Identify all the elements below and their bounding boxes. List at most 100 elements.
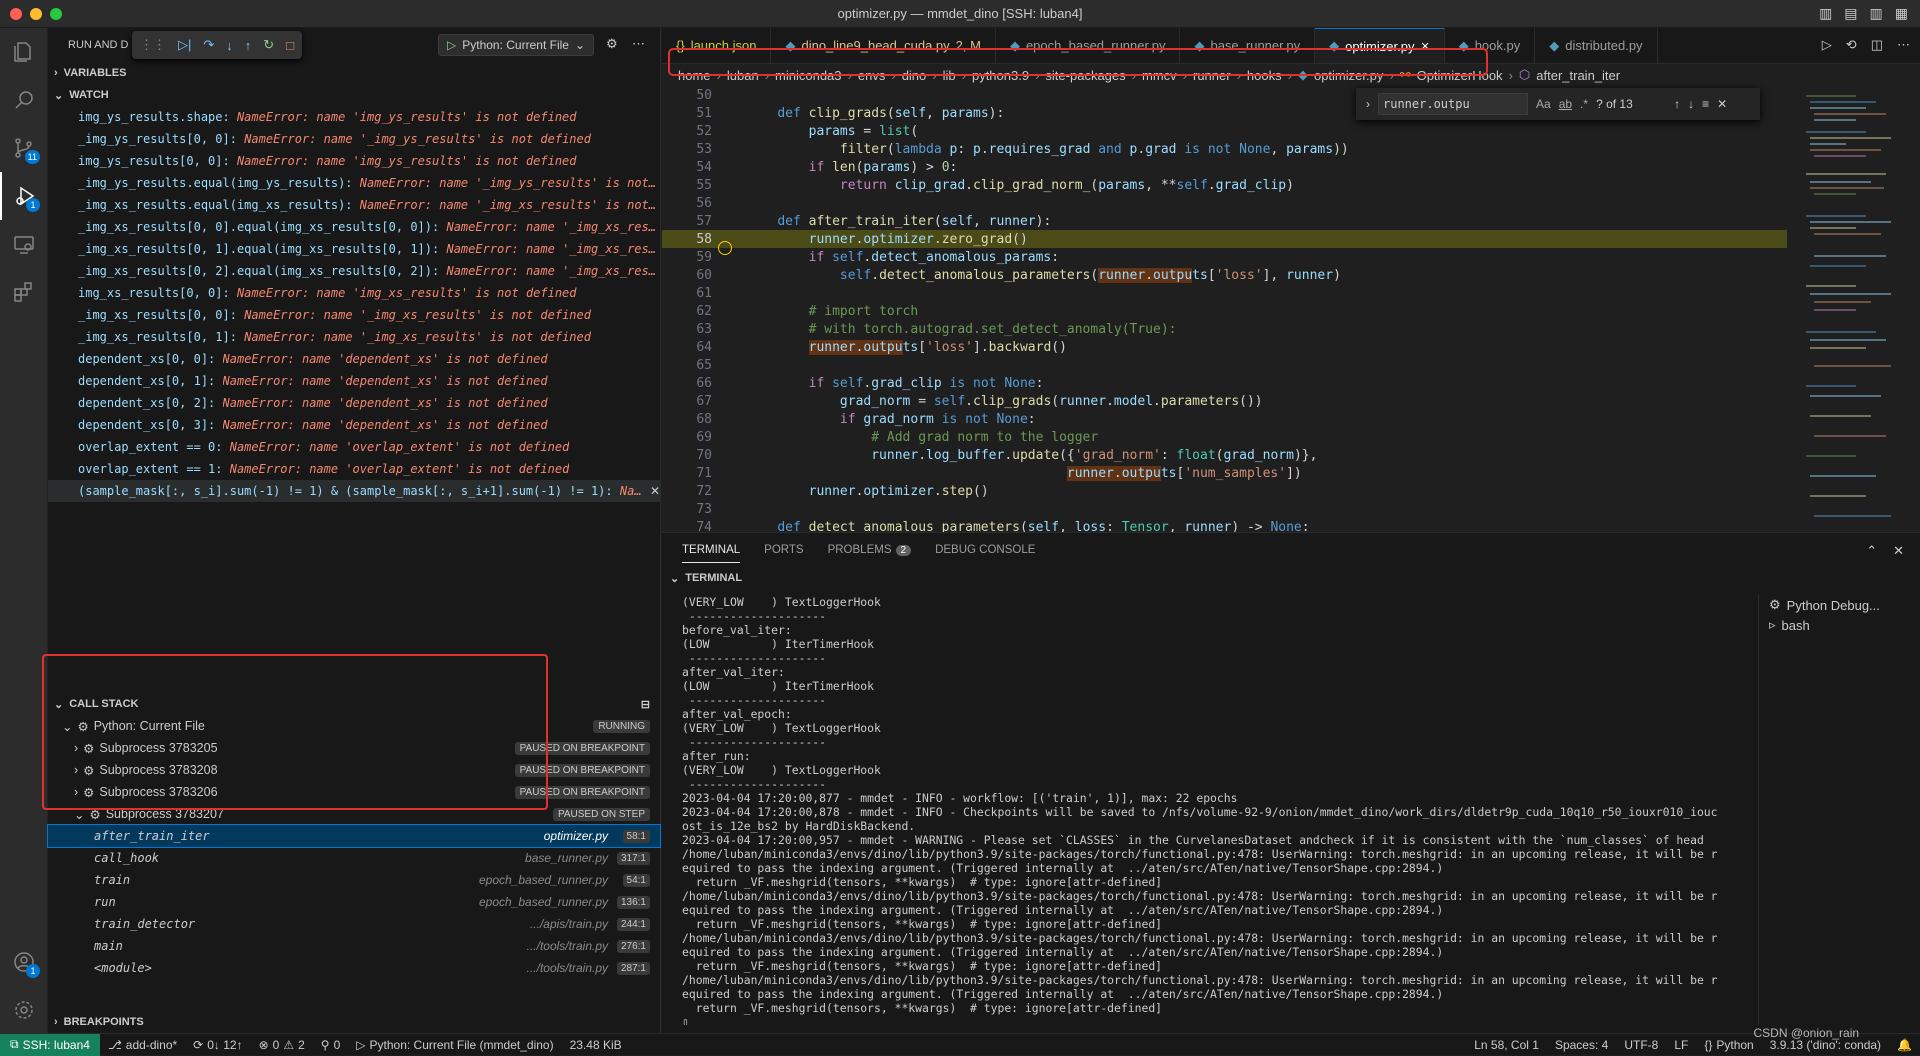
breadcrumb-item[interactable]: after_train_iter — [1536, 68, 1620, 83]
toggle-panel-icon[interactable]: ▤ — [1844, 5, 1857, 22]
timeline-icon[interactable]: ⟲ — [1846, 37, 1857, 53]
ports-indicator[interactable]: ⚲ 0 — [313, 1038, 348, 1052]
breadcrumb-item[interactable]: lib — [943, 68, 956, 83]
watch-expression[interactable]: dependent_xs[0, 0]: NameError: name 'dep… — [48, 348, 660, 370]
more-actions-icon[interactable]: ⋯ — [1897, 37, 1910, 53]
watch-expression[interactable]: _img_ys_results.equal(img_ys_results): N… — [48, 172, 660, 194]
breadcrumb-item[interactable]: mmcv — [1142, 68, 1177, 83]
maximize-window-button[interactable] — [50, 8, 62, 20]
watch-expression[interactable]: _img_ys_results[0, 0]: NameError: name '… — [48, 128, 660, 150]
run-debug-icon[interactable]: 1 — [0, 172, 48, 220]
watch-expression[interactable]: overlap_extent == 1: NameError: name 'ov… — [48, 458, 660, 480]
notifications-icon[interactable]: 🔔 — [1889, 1038, 1920, 1052]
watch-expression[interactable]: _img_xs_results[0, 2].equal(img_xs_resul… — [48, 260, 660, 282]
code-view[interactable]: 50 51 def clip_grads(self, params): 52 p… — [662, 86, 1787, 532]
subprocess-item[interactable]: › ⚙ Subprocess 3783205 PAUSED ON BREAKPOINT — [48, 737, 660, 759]
split-editor-icon[interactable]: ◫ — [1871, 37, 1883, 53]
editor-tab[interactable]: ◆ hook.py — [1445, 28, 1536, 63]
step-over-icon[interactable]: ↷ — [203, 37, 214, 53]
problems-indicator[interactable]: ⊗ 0 ⚠ 2 — [251, 1038, 313, 1052]
watch-expression[interactable]: _img_xs_results[0, 0].equal(img_xs_resul… — [48, 216, 660, 238]
remote-explorer-icon[interactable] — [0, 220, 48, 268]
language-mode[interactable]: {} Python — [1696, 1038, 1761, 1052]
terminal-item-bash[interactable]: ▹ bash — [1759, 615, 1920, 635]
continue-icon[interactable]: ▷| — [178, 37, 191, 53]
collapse-all-icon[interactable]: ⊟ — [641, 698, 650, 711]
close-icon[interactable]: ✕ — [1893, 543, 1904, 559]
breadcrumb-item[interactable]: miniconda3 — [775, 68, 842, 83]
watch-expression[interactable]: overlap_extent == 0: NameError: name 'ov… — [48, 436, 660, 458]
variables-section-header[interactable]: › VARIABLES — [48, 62, 660, 84]
debug-status[interactable]: ▷ Python: Current File (mmdet_dino) — [348, 1038, 561, 1052]
breadcrumb-item[interactable]: python3.9 — [972, 68, 1029, 83]
watch-expression[interactable]: _img_xs_results[0, 1].equal(img_xs_resul… — [48, 238, 660, 260]
breadcrumb-item[interactable]: optimizer.py — [1314, 68, 1383, 83]
stack-frame[interactable]: after_train_iter optimizer.py 58:1 — [47, 824, 661, 848]
start-debug-icon[interactable]: ▷ — [447, 38, 456, 52]
watch-expression[interactable]: img_ys_results.shape: NameError: name 'i… — [48, 106, 660, 128]
breadcrumb-item[interactable]: site-packages — [1045, 68, 1125, 83]
gear-icon[interactable]: ⚙ — [606, 36, 618, 52]
subprocess-item[interactable]: › ⚙ Subprocess 3783206 PAUSED ON BREAKPOINT — [48, 781, 660, 803]
debug-config-select[interactable]: ▷ Python: Current File ⌄ — [438, 34, 595, 56]
extensions-icon[interactable] — [0, 268, 48, 316]
editor-tab[interactable]: ◆ optimizer.py ✕ — [1315, 28, 1445, 63]
branch-indicator[interactable]: ⎇ add-dino* — [100, 1038, 185, 1052]
watch-expression[interactable]: dependent_xs[0, 3]: NameError: name 'dep… — [48, 414, 660, 436]
breadcrumb-item[interactable]: home — [678, 68, 711, 83]
stack-frame[interactable]: main .../tools/train.py 276:1 — [48, 935, 660, 957]
source-control-icon[interactable]: 11 — [0, 124, 48, 172]
toggle-secondary-sidebar-icon[interactable]: ▥ — [1870, 5, 1883, 22]
restart-icon[interactable]: ↻ — [263, 37, 274, 53]
more-actions-icon[interactable]: ⋯ — [632, 36, 645, 52]
stack-frame[interactable]: train_detector .../apis/train.py 244:1 — [48, 913, 660, 935]
tab-terminal[interactable]: TERMINAL — [682, 544, 741, 563]
watch-expression[interactable]: img_xs_results[0, 0]: NameError: name 'i… — [48, 282, 660, 304]
encoding[interactable]: UTF-8 — [1616, 1038, 1666, 1052]
stack-frame[interactable]: <module> .../tools/train.py 287:1 — [48, 957, 660, 979]
close-window-button[interactable] — [10, 8, 22, 20]
subprocess-item[interactable]: › ⚙ Subprocess 3783208 PAUSED ON BREAKPOINT — [48, 759, 660, 781]
watch-expression[interactable]: img_ys_results[0, 0]: NameError: name 'i… — [48, 150, 660, 172]
minimize-window-button[interactable] — [30, 8, 42, 20]
run-file-icon[interactable]: ▷ — [1822, 37, 1832, 53]
watch-expression[interactable]: dependent_xs[0, 1]: NameError: name 'dep… — [48, 370, 660, 392]
terminal-section-header[interactable]: ⌄ TERMINAL — [662, 567, 1920, 589]
toggle-sidebar-icon[interactable]: ▥ — [1819, 5, 1832, 22]
breadcrumb-item[interactable]: luban — [727, 68, 759, 83]
watch-expression[interactable]: _img_xs_results.equal(img_xs_results): N… — [48, 194, 660, 216]
stack-frame[interactable]: run epoch_based_runner.py 136:1 — [48, 891, 660, 913]
watch-expression[interactable]: dependent_xs[0, 2]: NameError: name 'dep… — [48, 392, 660, 414]
remote-indicator[interactable]: ⧉ SSH: luban4 — [0, 1033, 100, 1056]
terminal-item-python-debug[interactable]: ⚙ Python Debug... — [1759, 595, 1920, 615]
close-icon[interactable]: ✕ — [1420, 40, 1429, 53]
breadcrumb-item[interactable]: dino — [902, 68, 927, 83]
indentation[interactable]: Spaces: 4 — [1547, 1038, 1616, 1052]
editor-tab[interactable]: ◆ base_runner.py — [1180, 28, 1316, 63]
editor-tab[interactable]: ◆ epoch_based_runner.py — [996, 28, 1181, 63]
watch-expression[interactable]: (sample_mask[:, s_i].sum(-1) != 1) & (sa… — [48, 480, 660, 502]
breadcrumb-item[interactable]: OptimizerHook — [1417, 68, 1503, 83]
stop-icon[interactable]: □ — [286, 38, 294, 53]
watch-section-header[interactable]: ⌄ WATCH — [48, 84, 660, 106]
maximize-panel-icon[interactable]: ⌃ — [1866, 543, 1877, 559]
python-interpreter[interactable]: 3.9.13 ('dino': conda) CSDN @onion_rain — [1753, 1026, 1889, 1052]
call-stack-section-header[interactable]: ⌄ CALL STACK ⊟ — [48, 693, 660, 715]
end-of-line[interactable]: LF — [1666, 1038, 1696, 1052]
manage-gear-icon[interactable] — [0, 986, 48, 1034]
terminal-output[interactable]: (VERY_LOW ) TextLoggerHook -------------… — [682, 595, 1902, 1025]
tab-debug-console[interactable]: DEBUG CONSOLE — [935, 544, 1035, 556]
cursor-position[interactable]: Ln 58, Col 1 — [1466, 1038, 1547, 1052]
step-into-icon[interactable]: ↓ — [226, 38, 233, 53]
editor-tab[interactable]: ◆ dino_line9_head_cuda.py 2, M — [771, 28, 996, 63]
editor-tab[interactable]: ◆ distributed.py — [1535, 28, 1658, 63]
customize-layout-icon[interactable]: ▦ — [1895, 5, 1908, 22]
step-out-icon[interactable]: ↑ — [245, 38, 252, 53]
close-icon[interactable]: ✕ — [650, 484, 660, 498]
tab-problems[interactable]: PROBLEMS 2 — [828, 544, 912, 556]
account-icon[interactable]: 1 — [0, 938, 48, 986]
sync-indicator[interactable]: ⟳ 0↓ 12↑ — [185, 1038, 250, 1052]
tab-ports[interactable]: PORTS — [764, 544, 803, 556]
watch-expression[interactable]: _img_xs_results[0, 1]: NameError: name '… — [48, 326, 660, 348]
minimap[interactable] — [1796, 86, 1906, 532]
